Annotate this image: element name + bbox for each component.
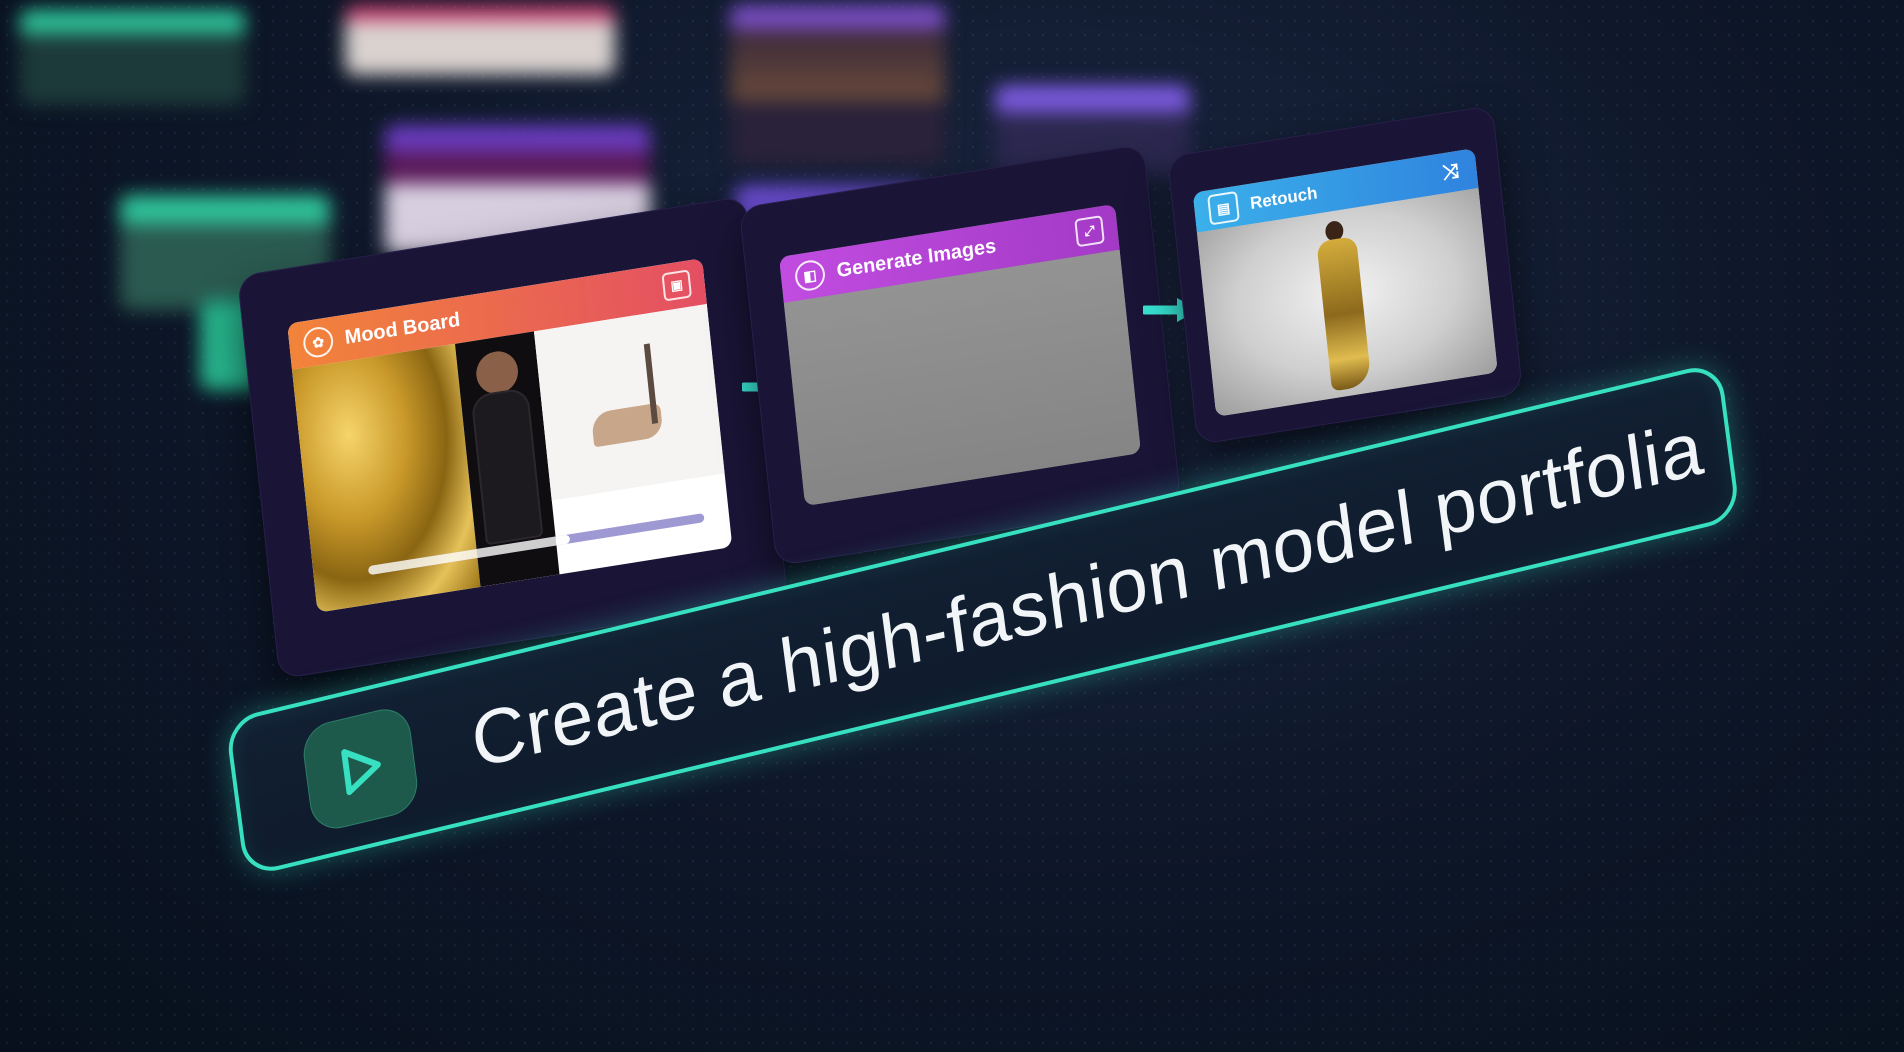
background-card <box>345 5 615 75</box>
model-figure <box>470 386 544 546</box>
generate-images-panel: ◧ Generate Images ⤢ <box>779 203 1141 507</box>
save-icon[interactable]: ▣ <box>661 269 693 302</box>
background-card <box>20 10 245 105</box>
document-icon: ▤ <box>1207 190 1240 226</box>
background-card <box>730 5 945 165</box>
mood-board-panel: ✿ Mood Board ▣ <box>287 258 733 613</box>
run-button[interactable] <box>299 703 421 835</box>
play-icon <box>341 749 381 796</box>
node-title: Mood Board <box>343 308 462 349</box>
palette-icon: ✿ <box>301 324 335 360</box>
image-stack-icon: ◧ <box>793 258 827 293</box>
node-title: Retouch <box>1249 183 1319 213</box>
heel-shoe-image <box>533 303 725 501</box>
generate-images-node[interactable]: ◧ Generate Images ⤢ <box>738 143 1182 567</box>
retouch-node[interactable]: ▤ Retouch ⤨ <box>1166 104 1524 446</box>
shuffle-icon[interactable]: ⤨ <box>1438 158 1464 186</box>
model-figure <box>1316 235 1372 392</box>
retouch-panel: ▤ Retouch ⤨ <box>1192 148 1498 417</box>
expand-icon[interactable]: ⤢ <box>1074 215 1105 248</box>
